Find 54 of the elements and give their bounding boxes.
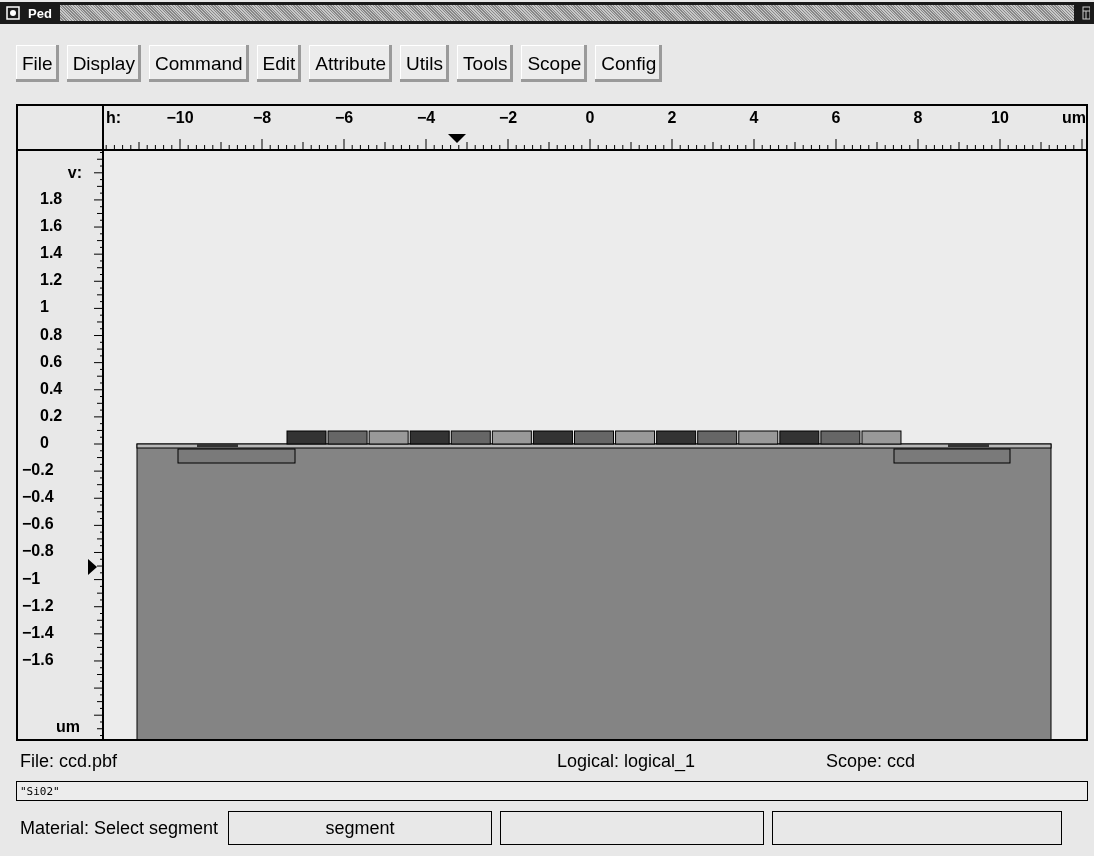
logical-status: Logical: logical_1 bbox=[557, 750, 697, 772]
position-marker-icon[interactable] bbox=[88, 559, 97, 575]
ruler-tick-label: −4 bbox=[416, 109, 436, 127]
ruler-tick-label: 1 bbox=[40, 298, 49, 317]
file-status: File: ccd.pbf bbox=[20, 750, 119, 772]
ruler-tick-label: −6 bbox=[334, 109, 354, 127]
ruler-tick-label: 6 bbox=[831, 109, 841, 127]
ruler-tick-label: 8 bbox=[913, 109, 923, 127]
ruler-tick-label: −0.8 bbox=[22, 542, 54, 561]
layout-canvas[interactable] bbox=[104, 151, 1086, 739]
menu-button[interactable]: Display bbox=[66, 45, 141, 82]
window-resize-icon[interactable] bbox=[1082, 5, 1090, 21]
ruler-tick-label: −2 bbox=[498, 109, 518, 127]
menu-button[interactable]: File bbox=[16, 45, 59, 82]
ruler-unit-label: um bbox=[1062, 109, 1086, 127]
ruler-tick-label: −0.6 bbox=[22, 515, 54, 534]
ruler-axis-label: h: bbox=[106, 109, 122, 127]
ruler-tick-label: 1.4 bbox=[40, 244, 63, 263]
ruler-tick-label: −8 bbox=[252, 109, 272, 127]
ruler-tick-label: 0.8 bbox=[40, 325, 63, 344]
ruler-unit-label: um bbox=[56, 718, 80, 736]
ruler-tick-label: −1.4 bbox=[22, 623, 54, 642]
ruler-axis-label: v: bbox=[67, 163, 82, 182]
ruler-tick-label: 1.6 bbox=[40, 217, 63, 236]
ruler-tick-label: 10 bbox=[991, 109, 1009, 127]
segment-field: segment bbox=[228, 811, 493, 845]
ruler-tick-label: 0 bbox=[585, 109, 595, 127]
menu-button[interactable]: Config bbox=[595, 45, 663, 82]
menu-button[interactable]: Scope bbox=[521, 45, 588, 82]
ruler-tick-label: −0.2 bbox=[22, 461, 54, 480]
position-marker-icon[interactable] bbox=[448, 134, 466, 143]
ruler-tick-label: 1.2 bbox=[40, 271, 63, 290]
menu-button[interactable]: Command bbox=[148, 45, 249, 82]
window-menu-icon[interactable] bbox=[6, 6, 20, 20]
window-title: Ped bbox=[28, 5, 52, 21]
ruler-tick-label: 1.8 bbox=[40, 189, 63, 208]
menu-button[interactable]: Tools bbox=[457, 45, 514, 82]
menu-button[interactable]: Edit bbox=[256, 45, 302, 82]
menu-button[interactable]: Utils bbox=[400, 45, 450, 82]
ruler-tick-label: −1 bbox=[22, 569, 41, 588]
ruler-tick-label: −0.4 bbox=[22, 488, 54, 507]
menu-button[interactable]: Attribute bbox=[309, 45, 393, 82]
prompt-label: Material: Select segment bbox=[20, 817, 219, 839]
scope-status: Scope: ccd bbox=[826, 750, 917, 772]
ruler-tick-label: 4 bbox=[749, 109, 759, 127]
ruler-tick-label: 0 bbox=[40, 434, 49, 452]
ruler-tick-label: −1.6 bbox=[22, 650, 54, 669]
ruler-tick-label: 2 bbox=[667, 109, 677, 127]
ruler-tick-label: 0.4 bbox=[40, 379, 63, 398]
input-field[interactable]: "Si02" bbox=[16, 781, 1088, 801]
ruler-tick-label: 0.2 bbox=[40, 406, 63, 425]
ruler-tick-label: −10 bbox=[166, 109, 194, 127]
ruler-tick-label: −1.2 bbox=[22, 596, 54, 615]
ruler-tick-label: 0.6 bbox=[40, 352, 63, 371]
